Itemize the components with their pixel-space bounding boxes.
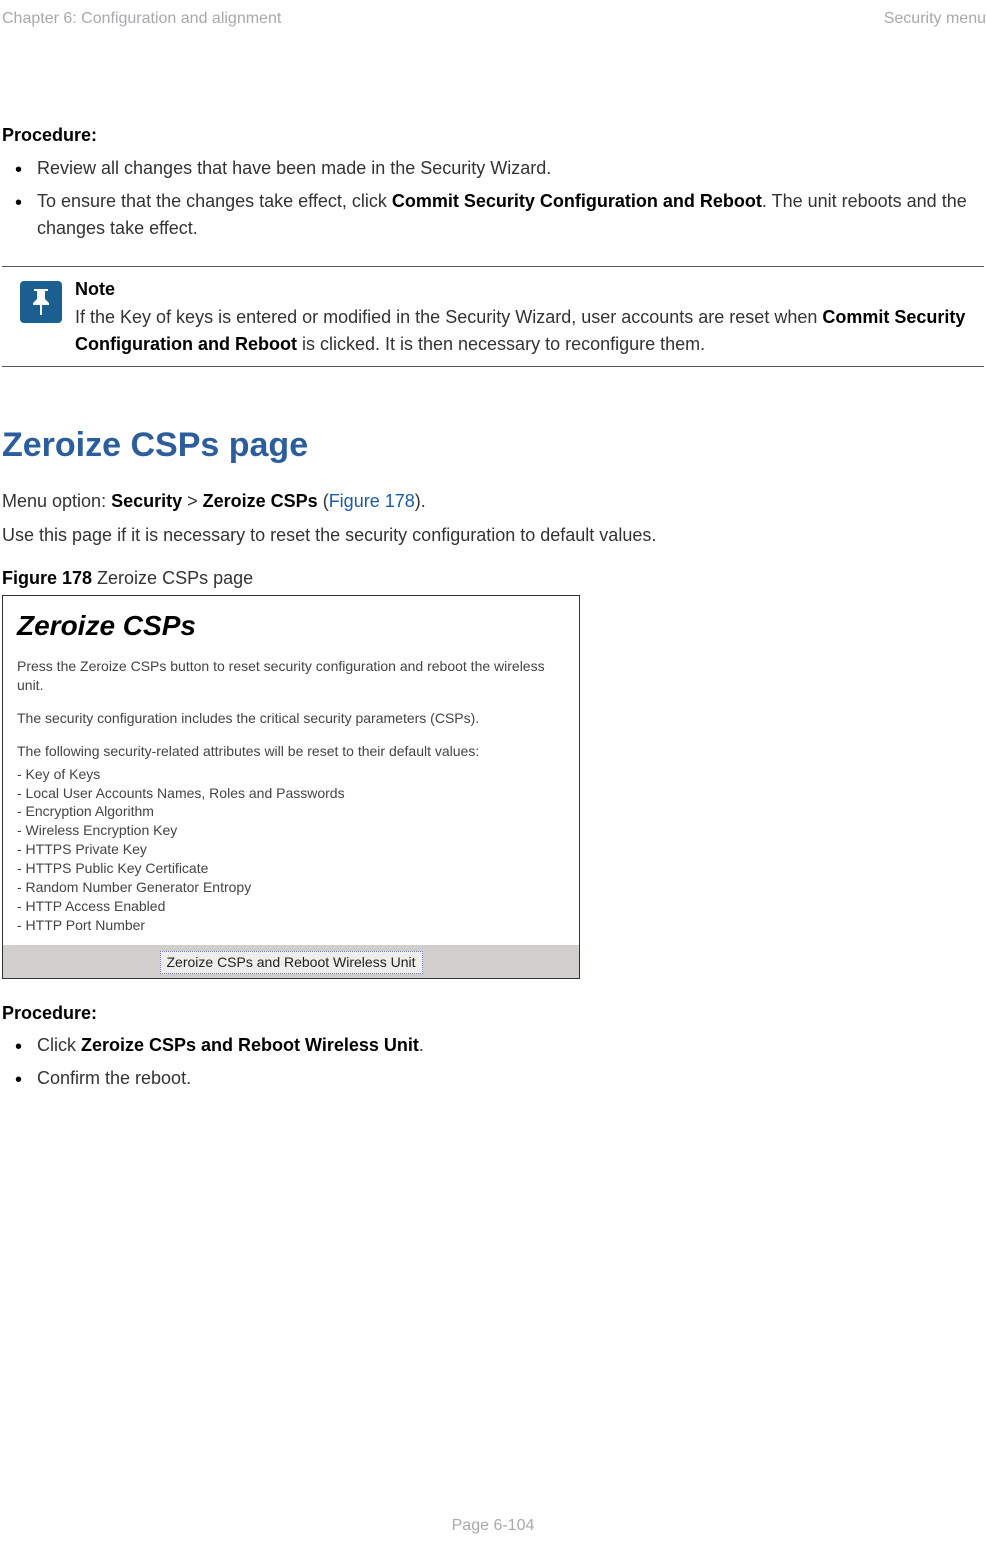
figure-caption-title: Zeroize CSPs page bbox=[92, 568, 253, 588]
list-item: Confirm the reboot. bbox=[37, 1065, 984, 1092]
list-item: - Local User Accounts Names, Roles and P… bbox=[17, 784, 565, 803]
figure-para-3: The following security-related attribute… bbox=[17, 742, 565, 761]
page-content: Procedure: Review all changes that have … bbox=[0, 123, 986, 1092]
list-item: - HTTP Access Enabled bbox=[17, 897, 565, 916]
procedure-heading-2: Procedure: bbox=[2, 1001, 984, 1026]
paren-close: ). bbox=[415, 491, 426, 511]
list-item: To ensure that the changes take effect, … bbox=[37, 188, 984, 242]
list-item-text: Review all changes that have been made i… bbox=[37, 158, 551, 178]
note-icon-wrap bbox=[2, 277, 57, 358]
note-suffix: is clicked. It is then necessary to reco… bbox=[297, 334, 705, 354]
figure-link[interactable]: Figure 178 bbox=[329, 491, 415, 511]
list-item-suffix: . bbox=[419, 1035, 424, 1055]
figure-para-1: Press the Zeroize CSPs button to reset s… bbox=[17, 657, 565, 695]
menu-option: Menu option: Security > Zeroize CSPs (Fi… bbox=[2, 489, 984, 514]
menu-security: Security bbox=[111, 491, 182, 511]
zeroize-label: Zeroize CSPs and Reboot Wireless Unit bbox=[81, 1035, 419, 1055]
pin-icon bbox=[20, 281, 62, 323]
list-item: - Key of Keys bbox=[17, 765, 565, 784]
figure-caption: Figure 178 Zeroize CSPs page bbox=[2, 566, 984, 591]
figure-button-bar: Zeroize CSPs and Reboot Wireless Unit bbox=[3, 945, 579, 979]
section-description: Use this page if it is necessary to rese… bbox=[2, 523, 984, 548]
note-prefix: If the Key of keys is entered or modifie… bbox=[75, 307, 822, 327]
menu-prefix: Menu option: bbox=[2, 491, 111, 511]
page-header: Chapter 6: Configuration and alignment S… bbox=[0, 0, 986, 38]
list-item-text: Confirm the reboot. bbox=[37, 1068, 191, 1088]
commit-label: Commit Security Configuration and Reboot bbox=[392, 191, 762, 211]
note-text-block: Note If the Key of keys is entered or mo… bbox=[75, 277, 984, 358]
section-heading: Zeroize CSPs page bbox=[2, 422, 984, 470]
figure-caption-num: Figure 178 bbox=[2, 568, 92, 588]
list-item: - HTTPS Private Key bbox=[17, 840, 565, 859]
figure-para-2: The security configuration includes the … bbox=[17, 709, 565, 728]
list-item: Click Zeroize CSPs and Reboot Wireless U… bbox=[37, 1032, 984, 1059]
figure-screenshot: Zeroize CSPs Press the Zeroize CSPs butt… bbox=[2, 595, 580, 979]
procedure-list-1: Review all changes that have been made i… bbox=[2, 155, 984, 242]
menu-gt: > bbox=[182, 491, 203, 511]
header-section: Security menu bbox=[884, 8, 986, 30]
procedure-list-2: Click Zeroize CSPs and Reboot Wireless U… bbox=[2, 1032, 984, 1092]
menu-zeroize: Zeroize CSPs bbox=[203, 491, 318, 511]
note-label: Note bbox=[75, 277, 984, 302]
list-item: - HTTP Port Number bbox=[17, 916, 565, 935]
note-block: Note If the Key of keys is entered or mo… bbox=[2, 267, 984, 366]
page-number: Page 6-104 bbox=[0, 1515, 986, 1537]
list-item: Review all changes that have been made i… bbox=[37, 155, 984, 182]
procedure-heading-1: Procedure: bbox=[2, 123, 984, 148]
list-item: - HTTPS Public Key Certificate bbox=[17, 859, 565, 878]
zeroize-button[interactable]: Zeroize CSPs and Reboot Wireless Unit bbox=[160, 951, 423, 975]
figure-reset-list: - Key of Keys - Local User Accounts Name… bbox=[17, 765, 565, 935]
header-chapter: Chapter 6: Configuration and alignment bbox=[0, 8, 281, 30]
divider bbox=[2, 366, 984, 367]
paren-open: ( bbox=[318, 491, 329, 511]
list-item: - Encryption Algorithm bbox=[17, 802, 565, 821]
figure-title: Zeroize CSPs bbox=[17, 606, 565, 645]
list-item: - Random Number Generator Entropy bbox=[17, 878, 565, 897]
list-item-prefix: Click bbox=[37, 1035, 81, 1055]
list-item-prefix: To ensure that the changes take effect, … bbox=[37, 191, 392, 211]
procedure-2: Procedure: Click Zeroize CSPs and Reboot… bbox=[2, 1001, 984, 1092]
list-item: - Wireless Encryption Key bbox=[17, 821, 565, 840]
note-text: If the Key of keys is entered or modifie… bbox=[75, 304, 984, 358]
